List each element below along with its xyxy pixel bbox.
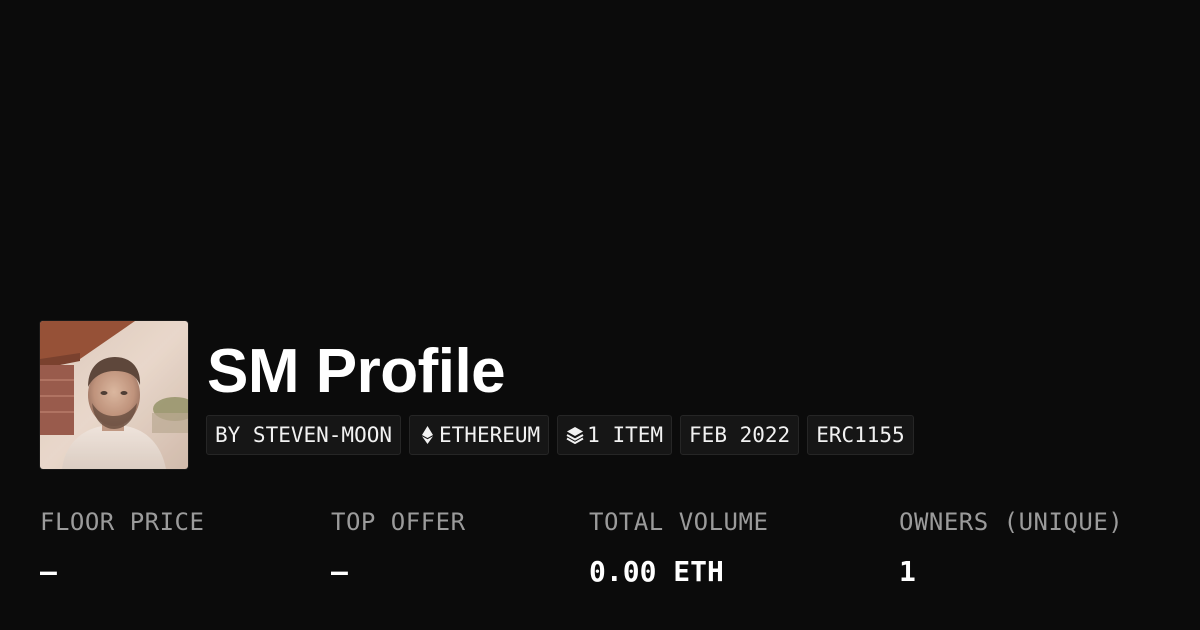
ethereum-icon bbox=[418, 426, 436, 444]
collection-avatar[interactable] bbox=[40, 321, 188, 469]
stat-label: TOP OFFER bbox=[331, 508, 466, 536]
tag-created-date-label: FEB 2022 bbox=[689, 423, 791, 447]
collection-card: SM Profile BY STEVEN-MOON ETHEREUM 1 ITE… bbox=[0, 0, 1200, 630]
tag-chain-label: ETHEREUM bbox=[439, 423, 541, 447]
tag-item-count-label: 1 ITEM bbox=[587, 423, 664, 447]
stat-value: 0.00 ETH bbox=[589, 555, 724, 588]
tag-creator-label: BY STEVEN-MOON bbox=[215, 423, 393, 447]
layers-icon bbox=[566, 426, 584, 444]
stat-label: TOTAL VOLUME bbox=[589, 508, 769, 536]
collection-tags: BY STEVEN-MOON ETHEREUM 1 ITEM FEB 2022 … bbox=[206, 415, 914, 455]
tag-created-date[interactable]: FEB 2022 bbox=[680, 415, 800, 455]
stat-value: — bbox=[331, 555, 348, 588]
stat-value: — bbox=[40, 555, 57, 588]
stat-label: FLOOR PRICE bbox=[40, 508, 205, 536]
stat-floor-price: FLOOR PRICE — bbox=[40, 505, 204, 590]
tag-chain[interactable]: ETHEREUM bbox=[409, 415, 550, 455]
tag-token-standard[interactable]: ERC1155 bbox=[807, 415, 914, 455]
stat-label: OWNERS (UNIQUE) bbox=[899, 508, 1124, 536]
collection-title: SM Profile bbox=[207, 337, 506, 406]
stat-value: 1 bbox=[899, 555, 916, 588]
stat-total-volume: TOTAL VOLUME 0.00 ETH bbox=[589, 505, 768, 590]
stat-owners-unique: OWNERS (UNIQUE) 1 bbox=[899, 505, 1123, 590]
tag-creator[interactable]: BY STEVEN-MOON bbox=[206, 415, 402, 455]
stat-top-offer: TOP OFFER — bbox=[331, 505, 466, 590]
avatar-photo bbox=[40, 321, 188, 469]
tag-token-standard-label: ERC1155 bbox=[816, 423, 905, 447]
tag-item-count[interactable]: 1 ITEM bbox=[557, 415, 673, 455]
